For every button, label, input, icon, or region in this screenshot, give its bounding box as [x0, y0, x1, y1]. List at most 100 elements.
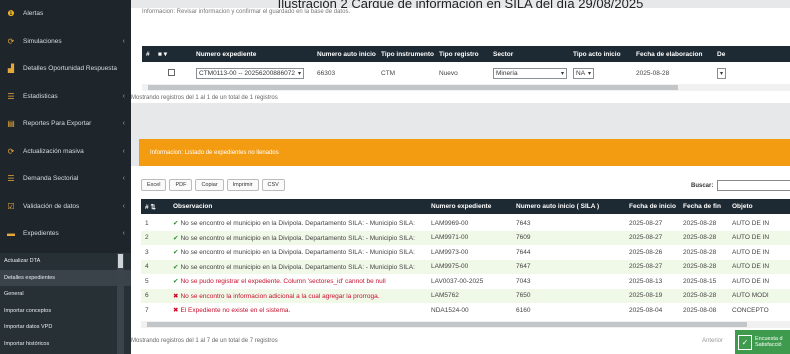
col-numero-expediente[interactable]: Numero expediente [427, 203, 512, 210]
col-tipo-acto[interactable]: Tipo acto inicio [569, 51, 632, 58]
checkmark-icon: ✔ [173, 234, 179, 242]
col-objeto[interactable]: Objeto [728, 203, 790, 210]
sidebar-item-label: Demanda Sectorial [23, 175, 79, 183]
sidebar-item-7[interactable]: ☑ Validación de datos ‹ [0, 193, 131, 221]
cell-obj: AUTO DE IN [732, 219, 770, 227]
survey-label-2: Satisfacció [755, 342, 782, 348]
col-de[interactable]: De [713, 51, 738, 58]
cell-inicio: 2025-08-27 [629, 263, 663, 271]
confirm-footer: Mostrando registros del 1 al 1 de un tot… [131, 95, 278, 101]
bar-chart-icon: ▟ [7, 64, 15, 74]
sidebar-item-4[interactable]: ▤ Reportes Para Exportar ‹ [0, 110, 131, 138]
survey-widget[interactable]: ✓ Encuesta d Satisfacció [735, 330, 790, 354]
col-num[interactable]: # ⇅ [141, 203, 169, 211]
info-banner: Informacion: Listado de expedientes no l… [139, 139, 790, 166]
observacion-text: No se encontro la informacion adicional … [180, 292, 380, 300]
sidebar-item-6[interactable]: ☰ Demanda Sectorial ‹ [0, 165, 131, 193]
col-numero-auto-sila[interactable]: Numero auto inicio ( SILA ) [512, 203, 625, 210]
sector-select-value: Minería [496, 69, 518, 77]
tipo-acto-select-value: NA [576, 69, 586, 77]
table-row[interactable]: 1 ✔ No se encontro el municipio en la Divi… [141, 216, 790, 231]
expediente-select[interactable]: CTM0113-00 -- 20256200886072 ▾ [196, 67, 305, 79]
observacion-cell: ✖ No se encontro la informacion adicional… [169, 292, 427, 300]
info-icon: ❶ [7, 9, 15, 19]
cell-exp: LAM9975-00 [431, 263, 469, 271]
scrollbar-thumb[interactable] [118, 254, 123, 268]
cell-auto: 7043 [516, 277, 531, 285]
checkmark-icon: ✔ [173, 278, 179, 286]
scrollbar-thumb[interactable] [147, 322, 747, 327]
submenu-item[interactable]: Actualizar DTA [0, 253, 131, 270]
instrumento-value: CTM [381, 69, 396, 77]
col-select-all[interactable]: ■ ▾ [154, 50, 192, 58]
sidebar-item-8[interactable]: ▬ Expedientes ‹ [0, 220, 131, 248]
cell-inicio: 2025-08-27 [629, 219, 663, 227]
submenu-item[interactable]: General [0, 286, 131, 303]
chevron-left-icon: ‹ [122, 120, 125, 128]
submenu-scrollbar[interactable] [117, 253, 124, 354]
table-row[interactable]: 6 ✖ No se encontro la informacion adiciona… [141, 288, 790, 303]
col-sector[interactable]: Sector [489, 51, 569, 58]
sector-select[interactable]: Minería ▾ [493, 67, 567, 79]
chevron-left-icon: ‹ [122, 175, 125, 183]
table-row[interactable]: 7 ✖ El Expediente no existe en el sistema.… [141, 303, 790, 318]
sidebar-item-label: Actualización masiva [23, 147, 84, 155]
expedientes-horizontal-scrollbar[interactable] [141, 321, 790, 328]
submenu-item[interactable]: Importar conceptos [0, 302, 131, 319]
de-select[interactable]: ▾ [717, 67, 727, 79]
cell-obj: AUTO DE IN [732, 248, 770, 256]
col-numero-auto[interactable]: Numero auto inicio [313, 51, 377, 58]
table-row[interactable]: 2 ✔ No se encontro el municipio en la Divi… [141, 230, 790, 245]
col-fecha-fin[interactable]: Fecha de fin [679, 203, 728, 210]
submenu-item[interactable]: Detalles expedientes [0, 269, 131, 286]
scrollbar-thumb[interactable] [148, 85, 678, 90]
table-row[interactable]: 4 ✔ No se encontro el municipio en la Divi… [141, 259, 790, 274]
sidebar-item-1[interactable]: ⟳ Simulaciones ‹ [0, 28, 131, 56]
chevron-left-icon: ‹ [122, 147, 125, 155]
col-tipo-instrumento[interactable]: Tipo instrumento [377, 51, 435, 58]
check-square-icon: ☑ [7, 201, 15, 211]
excel-button[interactable]: Excel [141, 179, 167, 191]
cell-n: 7 [145, 306, 149, 314]
cell-inicio: 2025-08-04 [629, 306, 663, 314]
row-checkbox[interactable] [168, 68, 175, 76]
submenu-item[interactable]: Importar datos VPD [0, 319, 131, 336]
col-numero-expediente[interactable]: Numero expediente [192, 51, 313, 58]
col-tipo-registro[interactable]: Tipo registro [435, 51, 489, 58]
sidebar-item-2[interactable]: ▟ Detalles Oportunidad Respuesta [0, 55, 131, 83]
table-row[interactable]: 3 ✔ No se encontro el municipio en la Divi… [141, 245, 790, 260]
copy-button[interactable]: Copiar [195, 179, 224, 191]
csv-button[interactable]: CSV [261, 179, 285, 191]
tipo-acto-select[interactable]: NA ▾ [573, 67, 595, 79]
confirm-panel: Informacion: Revisar informacion y confi… [131, 8, 790, 103]
expedientes-table-body: 1 ✔ No se encontro el municipio en la Divi… [141, 216, 790, 318]
observacion-cell: ✔ No se pudo registrar el expediente. Col… [169, 277, 427, 285]
refresh-icon: ⟳ [7, 146, 15, 156]
cell-auto: 7650 [516, 292, 531, 300]
cell-fin: 2025-08-28 [683, 248, 717, 256]
observacion-text: No se encontro el municipio en la Divipo… [180, 263, 415, 271]
cell-exp: LAM9971-00 [431, 234, 469, 242]
cell-fin: 2025-08-28 [683, 234, 717, 242]
search-label: Buscar: [691, 182, 714, 189]
sidebar-item-label: Reportes Para Exportar [23, 120, 92, 128]
table-row[interactable]: 5 ✔ No se pudo registrar el expediente. Co… [141, 274, 790, 289]
sidebar-item-3[interactable]: ☰ Estadisticas ‹ [0, 83, 131, 111]
confirm-info-text: Informacion: Revisar informacion y confi… [142, 9, 351, 15]
submenu-item[interactable]: Importar históricos [0, 335, 131, 352]
cell-fin: 2025-08-08 [683, 306, 717, 314]
cell-obj: AUTO DE IN [732, 234, 770, 242]
col-index: # [146, 50, 150, 58]
pdf-button[interactable]: PDF [169, 179, 193, 191]
previous-page-link[interactable]: Anterior [702, 338, 723, 344]
search-input[interactable] [717, 180, 790, 191]
sidebar-item-0[interactable]: ❶ Alertas [0, 0, 131, 28]
col-fecha-inicio[interactable]: Fecha de inicio [625, 203, 679, 210]
print-button[interactable]: Imprimir [226, 179, 259, 191]
observacion-cell: ✔ No se encontro el municipio en la Divip… [169, 219, 427, 227]
sidebar-item-5[interactable]: ⟳ Actualización masiva ‹ [0, 138, 131, 166]
registro-value: Nuevo [439, 69, 458, 77]
col-observacion[interactable]: Observacion [169, 203, 427, 210]
col-fecha-elaboracion[interactable]: Fecha de elaboracion [632, 51, 713, 58]
confirm-horizontal-scrollbar[interactable] [142, 84, 790, 91]
